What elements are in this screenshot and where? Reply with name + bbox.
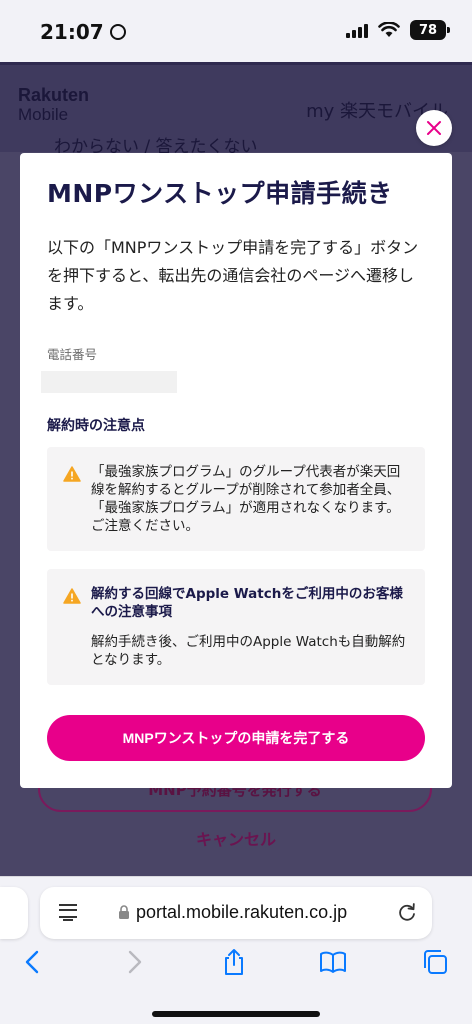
browser-bottom-bar: portal.mobile.rakuten.co.jp bbox=[0, 876, 472, 1024]
warning-icon bbox=[63, 466, 81, 482]
page-menu-icon[interactable] bbox=[58, 903, 78, 921]
warning-icon bbox=[63, 588, 81, 604]
status-indicators: 78 bbox=[346, 20, 450, 40]
forward-icon[interactable] bbox=[119, 947, 149, 977]
status-time: 21:07 bbox=[40, 20, 126, 44]
status-bar: 21:07 78 bbox=[0, 0, 472, 62]
phone-number-label: 電話番号 bbox=[47, 347, 98, 362]
mnp-modal: MNPワンストップ申請手続き 以下の「MNPワンストップ申請を完了する」ボタンを… bbox=[20, 153, 452, 788]
battery-icon: 78 bbox=[410, 20, 450, 40]
back-icon[interactable] bbox=[18, 947, 48, 977]
modal-description: 以下の「MNPワンストップ申請を完了する」ボタンを押下すると、転出先の通信会社の… bbox=[47, 238, 419, 313]
phone-number-value bbox=[41, 371, 177, 393]
reload-icon[interactable] bbox=[396, 901, 418, 923]
browser-toolbar bbox=[0, 947, 472, 983]
tabs-icon[interactable] bbox=[420, 947, 450, 977]
url-text[interactable]: portal.mobile.rakuten.co.jp bbox=[136, 902, 347, 923]
clock: 21:07 bbox=[40, 20, 104, 44]
close-modal-button[interactable] bbox=[416, 110, 452, 146]
share-icon[interactable] bbox=[219, 947, 249, 977]
cellular-signal-icon bbox=[346, 22, 368, 38]
bookmarks-icon[interactable] bbox=[318, 947, 348, 977]
background-cancel-link: キャンセル bbox=[195, 830, 276, 849]
notice-apple-watch-body: 解約手続き後、ご利用中のApple Watchも自動解約となります。 bbox=[91, 634, 406, 668]
cancellation-notes-title: 解約時の注意点 bbox=[47, 418, 145, 434]
lock-icon bbox=[119, 905, 129, 919]
address-bar[interactable]: portal.mobile.rakuten.co.jp bbox=[40, 887, 432, 939]
notice-apple-watch: 解約する回線でApple Watchをご利用中のお客様への注意事項 解約手続き後… bbox=[47, 569, 425, 685]
home-indicator bbox=[152, 1011, 320, 1017]
rakuten-mobile-logo: Rakuten Mobile bbox=[18, 85, 90, 124]
modal-title: MNPワンストップ申請手続き bbox=[47, 179, 393, 208]
previous-tab-peek[interactable] bbox=[0, 887, 28, 939]
complete-mnp-button[interactable]: MNPワンストップの申請を完了する bbox=[47, 715, 425, 761]
notice-family-program-text: 「最強家族プログラム」のグループ代表者が楽天回線を解約するとグループが削除されて… bbox=[91, 464, 401, 534]
focus-smile-icon bbox=[109, 24, 126, 40]
notice-family-program: 「最強家族プログラム」のグループ代表者が楽天回線を解約するとグループが削除されて… bbox=[47, 447, 425, 551]
wifi-icon bbox=[378, 22, 400, 37]
close-icon bbox=[427, 121, 441, 135]
notice-apple-watch-heading: 解約する回線でApple Watchをご利用中のお客様への注意事項 bbox=[91, 586, 403, 620]
